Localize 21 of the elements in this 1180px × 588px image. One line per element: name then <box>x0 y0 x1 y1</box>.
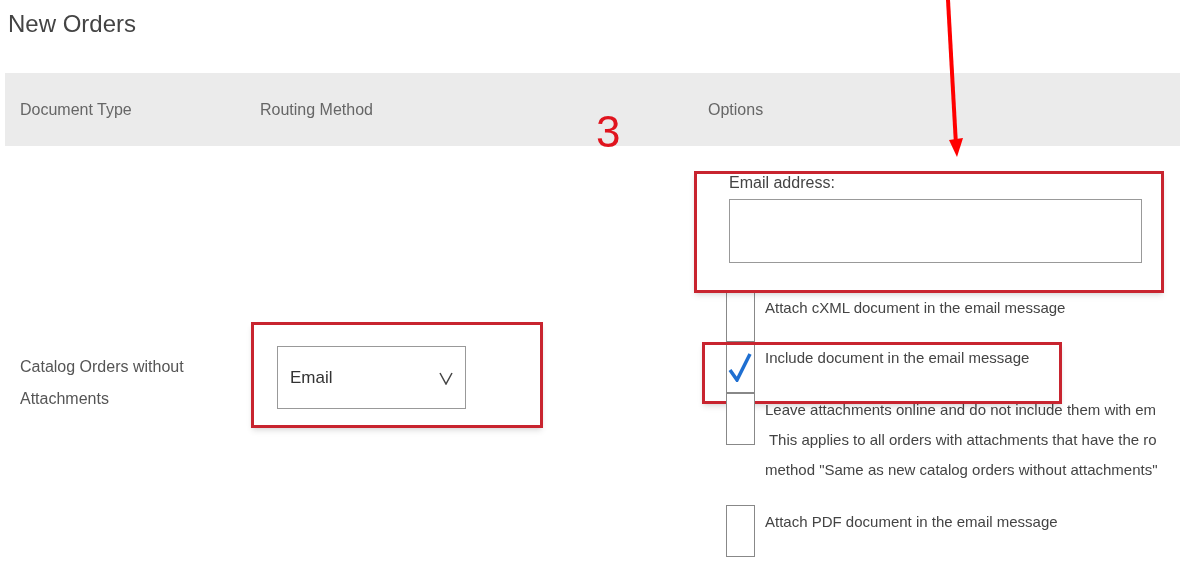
checkbox[interactable] <box>726 393 755 445</box>
checkbox[interactable] <box>726 341 755 393</box>
column-header: Document Type <box>20 100 132 118</box>
checkbox[interactable] <box>726 291 755 343</box>
page-title: New Orders <box>8 10 137 37</box>
step-number: 3 <box>596 110 621 154</box>
option-label: method "Same as new catalog orders without attachments" <box>765 460 1158 480</box>
caret-icon <box>439 370 453 385</box>
option-label: This applies to all orders with attachments that have the ro <box>767 430 1158 450</box>
option-label: Attach cXML document in the email message <box>765 298 1066 318</box>
checkbox[interactable] <box>726 505 755 557</box>
option-label: Include document in the email message <box>765 348 1030 368</box>
routing-dropdown[interactable]: Email <box>277 346 466 409</box>
field-label: Email address: <box>728 173 836 193</box>
option-label: Leave attachments online and do not include them with em <box>765 400 1158 420</box>
option-label: Attach PDF document in the email message <box>765 512 1058 532</box>
column-header: Routing Method <box>260 100 373 118</box>
column-header: Options <box>708 100 764 118</box>
check-icon <box>728 352 752 382</box>
document-type: Catalog Orders without Attachments <box>20 357 185 409</box>
email-input-field[interactable] <box>729 199 1142 263</box>
